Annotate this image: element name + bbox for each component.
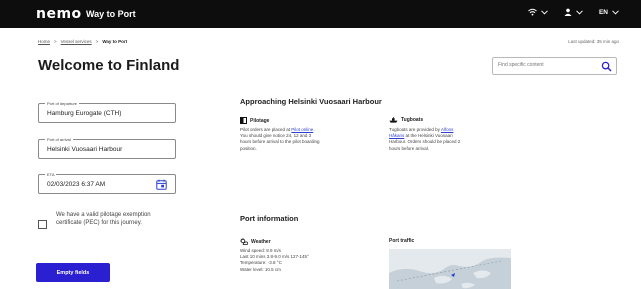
- breadcrumb-vessel-services[interactable]: Vessel services: [61, 39, 92, 44]
- water-level: Water level: 10.5 cm: [240, 266, 281, 272]
- search-icon[interactable]: [601, 61, 612, 72]
- chevron-down-icon: [576, 9, 583, 15]
- pilotage-text-1: Pilot orders are placed at: [240, 127, 291, 132]
- weather-text: Wind speed: 8.9 m/s Last 10 mins 3.8-9.0…: [240, 248, 380, 273]
- approach-heading: Approaching Helsinki Vuosaari Harbour: [240, 97, 382, 106]
- tugboats-title-text: Tugboats: [401, 117, 424, 123]
- pilotage-title: Pilotage: [240, 117, 269, 124]
- pilot-online-link[interactable]: Pilot online: [291, 127, 313, 132]
- eta-value: 02/03/2023 6:37 AM: [47, 181, 106, 188]
- arrival-label: Port of arrival: [45, 137, 73, 142]
- arrival-value: Helsinki Vuosaari Harbour: [47, 146, 123, 153]
- pilotage-text: Pilot orders are placed at Pilot online.…: [240, 127, 320, 152]
- port-traffic-title-text: Port traffic: [389, 238, 415, 244]
- app-title: Way to Port: [86, 9, 136, 19]
- weather-title: Weather: [240, 238, 271, 245]
- language-menu[interactable]: EN: [599, 8, 619, 16]
- port-traffic-map[interactable]: [389, 249, 511, 289]
- departure-field[interactable]: Port of departure Hamburg Eurogate (CTH): [38, 101, 176, 123]
- user-menu[interactable]: [564, 8, 583, 16]
- breadcrumb-current: Way to Port: [102, 39, 128, 44]
- user-icon: [564, 8, 572, 16]
- pilot-icon: [240, 117, 247, 124]
- tugboats-title: Tugboats: [389, 117, 423, 123]
- departure-label: Port of departure: [45, 101, 80, 106]
- page-title: Welcome to Finland: [38, 57, 180, 74]
- weather-icon: [240, 238, 248, 245]
- breadcrumb: Home > Vessel services > Way to Port: [38, 39, 127, 44]
- logo[interactable]: nemo: [36, 6, 82, 22]
- eta-field[interactable]: ETA 02/03/2023 6:37 AM: [38, 172, 176, 194]
- map-graphic: [389, 249, 511, 289]
- top-actions: EN: [528, 8, 619, 16]
- breadcrumb-separator: >: [54, 39, 57, 44]
- empty-fields-button[interactable]: Empty fields: [36, 263, 110, 282]
- search-input[interactable]: [498, 62, 598, 68]
- pec-label: We have a valid pilotage exemption certi…: [56, 212, 151, 226]
- departure-value: Hamburg Eurogate (CTH): [47, 110, 122, 117]
- breadcrumb-home[interactable]: Home: [38, 39, 50, 44]
- connection-menu[interactable]: [528, 8, 548, 16]
- tugboats-text-1: Tugboats are provided by: [389, 127, 440, 132]
- breadcrumb-separator: >: [95, 39, 99, 44]
- tugboat-icon: [389, 117, 398, 123]
- language-label: EN: [598, 8, 608, 16]
- pilotage-title-text: Pilotage: [250, 117, 270, 124]
- eta-label: ETA: [45, 172, 57, 177]
- wifi-icon: [528, 8, 537, 16]
- pec-checkbox[interactable]: [38, 220, 47, 229]
- port-info-heading: Port information: [240, 214, 299, 223]
- chevron-down-icon: [541, 9, 548, 15]
- port-traffic-title: Port traffic: [389, 238, 414, 244]
- calendar-icon[interactable]: [156, 179, 167, 190]
- weather-title-text: Weather: [251, 238, 271, 245]
- top-bar: nemo Way to Port EN: [0, 0, 641, 28]
- last-updated: Last updated: 35 min ago: [568, 39, 619, 44]
- chevron-down-icon: [612, 9, 619, 15]
- arrival-field[interactable]: Port of arrival Helsinki Vuosaari Harbou…: [38, 137, 176, 159]
- search-box: [492, 57, 617, 75]
- tugboats-text: Tugboats are provided by Alfons Håkans a…: [389, 127, 469, 152]
